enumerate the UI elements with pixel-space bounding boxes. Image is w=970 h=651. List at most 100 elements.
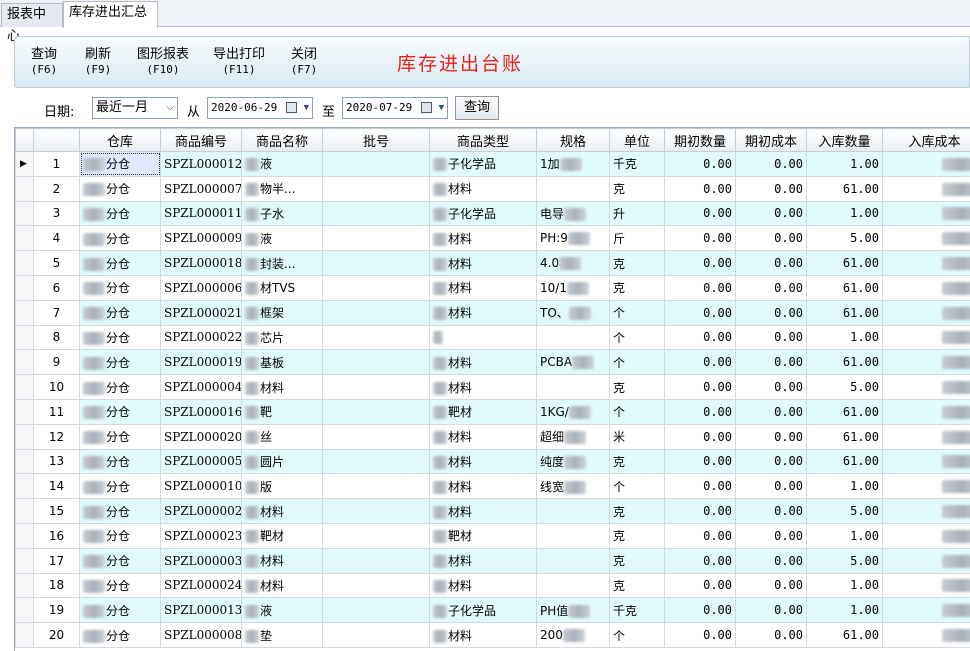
cell-in-qty[interactable]: 61.00 bbox=[806, 175, 883, 202]
cell-in-cost[interactable] bbox=[882, 398, 970, 425]
period-select[interactable]: 最近一月 ⌵ bbox=[92, 97, 178, 119]
cell-in-qty[interactable]: 1.00 bbox=[806, 324, 883, 351]
cell-in-cost[interactable] bbox=[882, 175, 970, 202]
cell-spec[interactable]: 电导 bbox=[536, 200, 610, 227]
cell-name[interactable]: 芯片 bbox=[241, 324, 323, 351]
cell-open-qty[interactable]: 0.00 bbox=[664, 572, 736, 599]
cell-warehouse[interactable]: 分仓 bbox=[79, 151, 161, 177]
cell-warehouse[interactable]: 分仓 bbox=[79, 473, 161, 500]
col-header-unit[interactable]: 单位 bbox=[609, 128, 665, 152]
chart-report-button[interactable]: 图形报表 (F10) bbox=[135, 47, 191, 77]
table-row[interactable]: 20 分仓 SPZL000008 垫材料 200 个 0.00 0.00 61.00 bbox=[15, 622, 970, 648]
cell-unit[interactable]: 千克 bbox=[609, 597, 665, 624]
cell-in-cost[interactable] bbox=[882, 324, 970, 351]
cell-type[interactable]: 子化学品 bbox=[429, 597, 537, 624]
cell-name[interactable]: 材TVS bbox=[241, 274, 323, 301]
cell-warehouse[interactable]: 分仓 bbox=[79, 398, 161, 425]
cell-warehouse[interactable]: 分仓 bbox=[79, 349, 161, 376]
cell-type[interactable]: 材料 bbox=[429, 274, 537, 301]
cell-type[interactable] bbox=[429, 324, 537, 351]
tab-report-center[interactable]: 报表中心 bbox=[1, 3, 63, 44]
table-row[interactable]: 15 分仓 SPZL000002 材料 材料克 0.00 0.00 5.00 bbox=[15, 498, 970, 524]
cell-unit[interactable]: 克 bbox=[609, 250, 665, 276]
cell-batch[interactable] bbox=[322, 572, 430, 599]
cell-warehouse[interactable]: 分仓 bbox=[79, 547, 161, 574]
cell-in-cost[interactable] bbox=[882, 572, 970, 599]
cell-batch[interactable] bbox=[322, 498, 430, 524]
refresh-button[interactable]: 刷新 (F9) bbox=[81, 47, 115, 77]
cell-warehouse[interactable]: 分仓 bbox=[79, 200, 161, 227]
cell-in-cost[interactable] bbox=[882, 597, 970, 624]
table-row[interactable]: 13 分仓 SPZL000005 圆片 材料 纯度克 0.00 0.00 61.00 bbox=[15, 448, 970, 475]
cell-open-qty[interactable]: 0.00 bbox=[664, 473, 736, 500]
cell-batch[interactable] bbox=[322, 398, 430, 425]
start-date-picker[interactable]: 2020-06-29 ▼ bbox=[207, 97, 313, 119]
cell-name[interactable]: 材料 bbox=[241, 572, 323, 599]
cell-batch[interactable] bbox=[322, 175, 430, 202]
tab-inventory-summary[interactable]: 库存进出汇总 bbox=[63, 1, 158, 28]
cell-unit[interactable]: 千克 bbox=[609, 151, 665, 177]
cell-type[interactable]: 材料 bbox=[429, 572, 537, 599]
col-header-name[interactable]: 商品名称 bbox=[241, 128, 323, 152]
table-row[interactable]: 11 分仓 SPZL000016 靶靶材 1KG/个 0.00 0.00 61.00 bbox=[15, 398, 970, 425]
table-row[interactable]: ▶ 1 分仓 SPZL000012 液子化学品 1加 千克 0.00 0.00 1.00 bbox=[15, 151, 970, 177]
cell-code[interactable]: SPZL000021 bbox=[160, 299, 242, 326]
cell-type[interactable]: 子化学品 bbox=[429, 151, 537, 177]
cell-warehouse[interactable]: 分仓 bbox=[79, 522, 161, 549]
cell-in-qty[interactable]: 1.00 bbox=[806, 200, 883, 227]
cell-in-qty[interactable]: 1.00 bbox=[806, 473, 883, 500]
calendar-icon[interactable] bbox=[421, 102, 432, 113]
cell-warehouse[interactable]: 分仓 bbox=[79, 622, 161, 648]
cell-code[interactable]: SPZL000019 bbox=[160, 349, 242, 376]
cell-open-qty[interactable]: 0.00 bbox=[664, 448, 736, 475]
cell-in-qty[interactable]: 5.00 bbox=[806, 498, 883, 524]
close-button[interactable]: 关闭 (F7) bbox=[287, 47, 321, 77]
cell-open-cost[interactable]: 0.00 bbox=[735, 597, 807, 624]
cell-open-cost[interactable]: 0.00 bbox=[735, 349, 807, 376]
cell-open-qty[interactable]: 0.00 bbox=[664, 597, 736, 624]
cell-code[interactable]: SPZL000003 bbox=[160, 547, 242, 574]
cell-code[interactable]: SPZL000012 bbox=[160, 151, 242, 177]
cell-open-cost[interactable]: 0.00 bbox=[735, 522, 807, 549]
cell-unit[interactable]: 克 bbox=[609, 572, 665, 599]
table-row[interactable]: 8 分仓 SPZL000022 芯片个 0.00 0.00 1.00 bbox=[15, 324, 970, 351]
cell-batch[interactable] bbox=[322, 274, 430, 301]
cell-in-cost[interactable] bbox=[882, 151, 970, 177]
cell-type[interactable]: 材料 bbox=[429, 175, 537, 202]
table-row[interactable]: 12 分仓 SPZL000020 丝材料 超细米 0.00 0.00 61.00 bbox=[15, 423, 970, 450]
cell-type[interactable]: 材料 bbox=[429, 374, 537, 400]
table-row[interactable]: 4 分仓 SPZL000009 液材料 PH:9 斤 0.00 0.00 5.00 bbox=[15, 225, 970, 252]
cell-unit[interactable]: 克 bbox=[609, 374, 665, 400]
cell-name[interactable]: 子水 bbox=[241, 200, 323, 227]
cell-in-cost[interactable] bbox=[882, 473, 970, 500]
cell-open-cost[interactable]: 0.00 bbox=[735, 374, 807, 400]
cell-in-qty[interactable]: 61.00 bbox=[806, 299, 883, 326]
cell-open-cost[interactable]: 0.00 bbox=[735, 151, 807, 177]
table-row[interactable]: 10 分仓 SPZL000004 材料 材料克 0.00 0.00 5.00 bbox=[15, 374, 970, 400]
cell-in-qty[interactable]: 61.00 bbox=[806, 423, 883, 450]
cell-code[interactable]: SPZL000007 bbox=[160, 175, 242, 202]
cell-warehouse[interactable]: 分仓 bbox=[79, 175, 161, 202]
cell-batch[interactable] bbox=[322, 597, 430, 624]
cell-code[interactable]: SPZL000009 bbox=[160, 225, 242, 252]
cell-name[interactable]: 液 bbox=[241, 225, 323, 252]
cell-code[interactable]: SPZL000011 bbox=[160, 200, 242, 227]
cell-spec[interactable] bbox=[536, 547, 610, 574]
cell-batch[interactable] bbox=[322, 250, 430, 276]
inventory-grid[interactable]: 仓库 商品编号 商品名称 批号 商品类型 规格 单位 期初数量 期初成本 入库数… bbox=[14, 127, 970, 651]
cell-unit[interactable]: 个 bbox=[609, 398, 665, 425]
cell-batch[interactable] bbox=[322, 299, 430, 326]
cell-open-cost[interactable]: 0.00 bbox=[735, 200, 807, 227]
cell-open-qty[interactable]: 0.00 bbox=[664, 423, 736, 450]
table-row[interactable]: 19 分仓 SPZL000013 液子化学品 PH值 千克 0.00 0.00 1.00 bbox=[15, 597, 970, 624]
cell-open-qty[interactable]: 0.00 bbox=[664, 151, 736, 177]
cell-in-cost[interactable] bbox=[882, 423, 970, 450]
table-row[interactable]: 14 分仓 SPZL000010 版材料 线宽个 0.00 0.00 1.00 bbox=[15, 473, 970, 500]
cell-unit[interactable]: 克 bbox=[609, 498, 665, 524]
cell-in-cost[interactable] bbox=[882, 448, 970, 475]
cell-warehouse[interactable]: 分仓 bbox=[79, 597, 161, 624]
cell-name[interactable]: 垫 bbox=[241, 622, 323, 648]
cell-type[interactable]: 靶材 bbox=[429, 398, 537, 425]
cell-in-qty[interactable]: 5.00 bbox=[806, 225, 883, 252]
cell-spec[interactable]: 1加 bbox=[536, 151, 610, 177]
